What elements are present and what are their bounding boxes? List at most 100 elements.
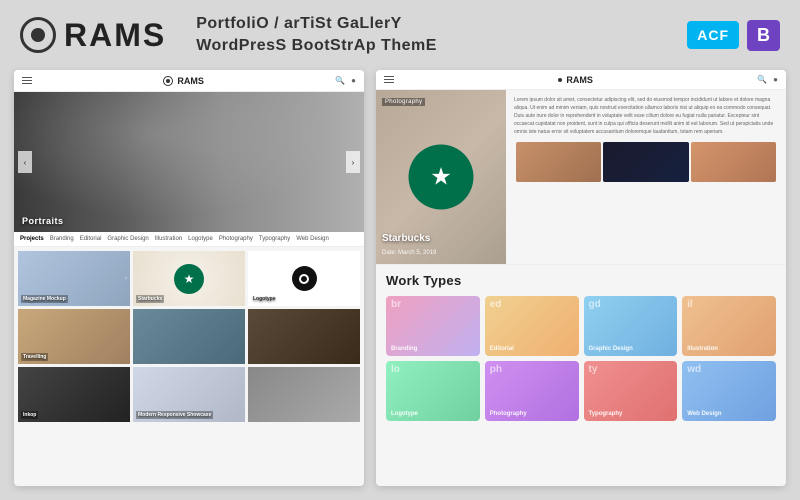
card-label-top-ty: ty (589, 365, 598, 375)
left-preview-logo: RAMS (163, 76, 204, 86)
right-search-icon[interactable]: 🔍 (757, 75, 767, 84)
grid-item-travelling[interactable]: Travelling (18, 309, 130, 364)
work-type-label-il: Illustration (687, 346, 718, 352)
badges-area: ACF B (687, 20, 780, 51)
grid-item-modern-showcase[interactable]: Modern Responsive Showcase (133, 367, 245, 422)
bootstrap-badge: B (747, 20, 780, 51)
right-preview-logo: RAMS (558, 75, 593, 85)
hamburger-icon[interactable] (22, 77, 32, 85)
logo-area: RAMS (20, 17, 166, 54)
work-types-title: Work Types (386, 273, 776, 288)
mosaic-girl-photo (516, 142, 601, 182)
right-preview-header: RAMS 🔍 ● (376, 70, 786, 90)
card-label-top-branding: br (391, 300, 401, 310)
acf-badge: ACF (687, 21, 739, 49)
work-type-illustration[interactable]: il Illustration (682, 296, 776, 356)
work-type-label-branding: Branding (391, 346, 417, 352)
work-type-typography[interactable]: ty Typography (584, 361, 678, 421)
work-type-label-wd: Web Design (687, 411, 721, 417)
grid-item-other[interactable] (248, 367, 360, 422)
preview-header-icons: 🔍 ● (335, 76, 356, 85)
right-menu-dot[interactable]: ● (773, 75, 778, 84)
hero-prev-button[interactable]: ‹ (18, 151, 32, 173)
card-label-top-wd: wd (687, 365, 701, 375)
grid-item-label-logotype: Logotype (251, 295, 278, 303)
filter-tab-web-design[interactable]: Web Design (296, 236, 329, 242)
right-top-right: Lorem ipsum dolor sit amet, consectetur … (506, 90, 786, 264)
right-starbucks-panel: Photography ★ Starbucks Date: March 5, 2… (376, 90, 506, 264)
logotype-inner-ring (299, 274, 309, 284)
portrait-overlay (14, 92, 364, 232)
starbucks-logo-circle: ★ (174, 264, 204, 294)
logo-text: RAMS (64, 17, 166, 54)
grid-item-texture[interactable] (248, 309, 360, 364)
filter-tab-photography[interactable]: Photography (219, 236, 253, 242)
grid-item-logotype[interactable]: Logotype (248, 251, 360, 306)
right-top-section: Photography ★ Starbucks Date: March 5, 2… (376, 90, 786, 265)
filter-tabs: Projects Branding Editorial Graphic Desi… (14, 232, 364, 247)
card-label-top-editorial: ed (490, 300, 502, 310)
grid-arrow-icon: › (125, 276, 127, 282)
card-label-top-lo: lo (391, 365, 400, 375)
mini-logo-circle (163, 76, 173, 86)
filter-tab-editorial[interactable]: Editorial (80, 236, 102, 242)
work-type-label-ph: Photography (490, 411, 527, 417)
work-types-grid-top: br Branding ed Editorial gd Graphic Desi… (386, 296, 776, 356)
work-type-editorial[interactable]: ed Editorial (485, 296, 579, 356)
starbucks-big-star: ★ (430, 163, 452, 192)
filter-tab-logotype[interactable]: Logotype (188, 236, 213, 242)
grid-item-label-starbucks: Starbucks (136, 295, 164, 303)
starbucks-title: Starbucks (382, 233, 430, 244)
right-mini-logo-circle (558, 78, 562, 82)
starbucks-star-icon: ★ (184, 272, 195, 286)
work-type-graphic-design[interactable]: gd Graphic Design (584, 296, 678, 356)
grid-item-city[interactable] (133, 309, 245, 364)
hero-next-button[interactable]: › (346, 151, 360, 173)
filter-tab-typography[interactable]: Typography (259, 236, 290, 242)
photography-label: Photography (382, 98, 425, 106)
mosaic-tablet-photo (603, 142, 688, 182)
starbucks-overlay: ★ (409, 145, 474, 210)
work-type-photography[interactable]: ph Photography (485, 361, 579, 421)
header: RAMS PortfoliO / arTiSt GaLlerY WordPres… (0, 0, 800, 70)
filter-tab-graphic-design[interactable]: Graphic Design (107, 236, 148, 242)
work-type-label-ty: Typography (589, 411, 623, 417)
grid-item-starbucks[interactable]: ★ Starbucks (133, 251, 245, 306)
menu-icon[interactable]: ● (351, 76, 356, 85)
card-label-top-gd: gd (589, 300, 601, 310)
lorem-text: Lorem ipsum dolor sit amet, consectetur … (514, 96, 778, 136)
grid-item-label-travelling: Travelling (21, 353, 48, 361)
search-icon[interactable]: 🔍 (335, 76, 345, 85)
grid-item-label-inkop: Inkop (21, 411, 38, 419)
header-subtitle: PortfoliO / arTiSt GaLlerY WordPresS Boo… (196, 13, 687, 58)
filter-tab-illustration[interactable]: Illustration (155, 236, 182, 242)
work-types-grid-bottom: lo Logotype ph Photography ty Typography… (386, 361, 776, 421)
hero-label: Portraits (22, 216, 64, 226)
logo-inner-dot (31, 28, 45, 42)
mosaic-coffee-photo (691, 142, 776, 182)
work-type-branding[interactable]: br Branding (386, 296, 480, 356)
card-label-top-il: il (687, 300, 693, 310)
right-hamburger-icon[interactable] (384, 76, 394, 84)
work-type-web-design[interactable]: wd Web Design (682, 361, 776, 421)
portfolio-grid: Magazine Mockup › ★ Starbucks Logotype T… (14, 247, 364, 426)
filter-tab-branding[interactable]: Branding (50, 236, 74, 242)
image-mosaic (514, 140, 778, 184)
starbucks-date: Date: March 5, 2019 (382, 250, 436, 256)
card-label-top-ph: ph (490, 365, 502, 375)
starbucks-big-circle: ★ (409, 145, 474, 210)
work-type-logotype[interactable]: lo Logotype (386, 361, 480, 421)
logotype-icon-shape (292, 266, 317, 291)
grid-item-inkop[interactable]: Inkop (18, 367, 130, 422)
right-header-icons: 🔍 ● (757, 75, 778, 84)
subtitle-line2: WordPresS BootStrAp ThemE (196, 35, 687, 57)
left-preview-panel: RAMS 🔍 ● Portraits ‹ › Projects Branding… (14, 70, 364, 486)
grid-item-label: Magazine Mockup (21, 295, 68, 303)
grid-item-magazine-mockup[interactable]: Magazine Mockup › (18, 251, 130, 306)
filter-tab-projects[interactable]: Projects (20, 236, 44, 242)
logo-circle-icon (20, 17, 56, 53)
work-type-label-gd: Graphic Design (589, 346, 633, 352)
hero-area: Portraits ‹ › (14, 92, 364, 232)
grid-item-label-modern: Modern Responsive Showcase (136, 411, 213, 419)
left-preview-header: RAMS 🔍 ● (14, 70, 364, 92)
